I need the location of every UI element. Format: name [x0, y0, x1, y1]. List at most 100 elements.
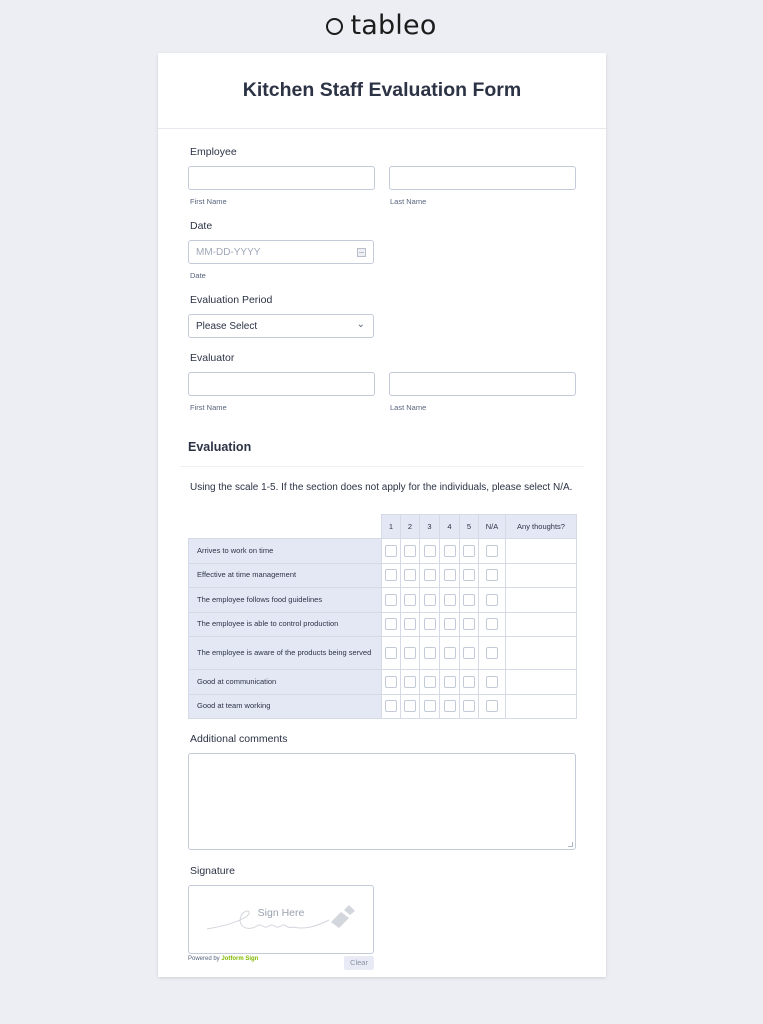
evaluation-period-select[interactable]: Please Select ⌄ [188, 314, 374, 338]
jotform-sign-link[interactable]: Jotform Sign [221, 956, 258, 962]
rating-checkbox[interactable] [404, 700, 416, 713]
evaluation-matrix: 1 2 3 4 5 N/A Any thoughts? Arrives to w… [188, 514, 577, 719]
rating-checkbox[interactable] [385, 569, 397, 582]
matrix-cell [478, 693, 506, 719]
matrix-header-row: 1 2 3 4 5 N/A Any thoughts? [188, 514, 577, 539]
evaluator-first-name-input[interactable] [188, 372, 375, 396]
evaluator-first-name-sublabel: First Name [190, 403, 227, 412]
matrix-cell [459, 538, 479, 564]
matrix-cell [419, 562, 440, 588]
thoughts-input[interactable] [505, 693, 577, 719]
thoughts-input[interactable] [505, 669, 577, 695]
rating-checkbox[interactable] [443, 646, 456, 659]
rating-checkbox[interactable] [385, 700, 397, 713]
matrix-cell [400, 562, 420, 588]
rating-checkbox[interactable] [463, 593, 475, 606]
rating-checkbox[interactable] [486, 593, 498, 606]
clear-signature-button[interactable]: Clear [344, 956, 374, 970]
rating-checkbox[interactable] [423, 675, 436, 688]
form-header: Kitchen Staff Evaluation Form [158, 53, 606, 129]
matrix-row-label: The employee is able to control producti… [188, 611, 382, 637]
matrix-cell [459, 611, 479, 637]
employee-last-name-sublabel: Last Name [390, 197, 427, 206]
calendar-icon[interactable] [357, 248, 366, 257]
employee-last-name-input[interactable] [389, 166, 576, 190]
rating-checkbox[interactable] [486, 700, 498, 713]
rating-checkbox[interactable] [443, 618, 456, 631]
resize-handle-icon[interactable] [568, 842, 573, 847]
thoughts-input[interactable] [505, 636, 577, 670]
matrix-cell [459, 636, 479, 670]
rating-checkbox[interactable] [443, 593, 456, 606]
thoughts-input[interactable] [505, 562, 577, 588]
rating-checkbox[interactable] [423, 544, 436, 557]
rating-checkbox[interactable] [486, 675, 498, 688]
rating-checkbox[interactable] [486, 544, 498, 557]
rating-checkbox[interactable] [463, 544, 475, 557]
thoughts-input[interactable] [505, 587, 577, 613]
evaluation-period-label: Evaluation Period [190, 294, 273, 306]
thoughts-input[interactable] [505, 611, 577, 637]
evaluator-last-name-input[interactable] [389, 372, 576, 396]
signature-label: Signature [190, 865, 235, 877]
additional-comments-textarea[interactable] [188, 753, 576, 850]
matrix-cell [381, 562, 401, 588]
matrix-cell [439, 693, 460, 719]
rating-checkbox[interactable] [443, 700, 456, 713]
rating-checkbox[interactable] [404, 569, 416, 582]
rating-checkbox[interactable] [423, 593, 436, 606]
sign-here-hint: Sign Here [257, 907, 305, 919]
rating-checkbox[interactable] [385, 675, 397, 688]
matrix-cell [400, 693, 420, 719]
matrix-cell [400, 538, 420, 564]
matrix-row-label: Good at communication [188, 669, 382, 695]
date-input[interactable]: MM-DD-YYYY [188, 240, 374, 264]
rating-checkbox[interactable] [423, 700, 436, 713]
rating-checkbox[interactable] [404, 646, 416, 659]
rating-checkbox[interactable] [423, 569, 436, 582]
rating-checkbox[interactable] [463, 700, 475, 713]
rating-checkbox[interactable] [385, 618, 397, 631]
rating-checkbox[interactable] [404, 544, 416, 557]
thoughts-input[interactable] [505, 538, 577, 564]
employee-first-name-input[interactable] [188, 166, 375, 190]
matrix-row: Arrives to work on time [188, 538, 577, 564]
date-placeholder: MM-DD-YYYY [196, 247, 261, 258]
rating-checkbox[interactable] [385, 544, 397, 557]
matrix-cell [459, 669, 479, 695]
rating-checkbox[interactable] [404, 618, 416, 631]
rating-checkbox[interactable] [463, 675, 475, 688]
matrix-cell [478, 538, 506, 564]
matrix-cell [400, 611, 420, 637]
matrix-corner [188, 514, 382, 539]
signature-pad[interactable]: Sign Here [188, 885, 374, 954]
rating-checkbox[interactable] [443, 569, 456, 582]
logo-text: tableo [350, 10, 437, 41]
rating-checkbox[interactable] [463, 569, 475, 582]
matrix-cell [381, 669, 401, 695]
matrix-col-header: N/A [478, 514, 506, 539]
rating-checkbox[interactable] [423, 618, 436, 631]
matrix-cell [439, 611, 460, 637]
matrix-row: Good at communication [188, 669, 577, 695]
matrix-cell [459, 693, 479, 719]
rating-checkbox[interactable] [385, 646, 397, 659]
matrix-cell [381, 587, 401, 613]
rating-checkbox[interactable] [423, 646, 436, 659]
rating-checkbox[interactable] [385, 593, 397, 606]
matrix-row-label: The employee is aware of the products be… [188, 636, 382, 670]
rating-checkbox[interactable] [463, 618, 475, 631]
rating-checkbox[interactable] [486, 646, 498, 659]
powered-by-text: Powered by [188, 956, 220, 962]
date-label: Date [190, 220, 213, 232]
rating-checkbox[interactable] [404, 593, 416, 606]
matrix-cell [381, 636, 401, 670]
rating-checkbox[interactable] [486, 569, 498, 582]
rating-checkbox[interactable] [443, 675, 456, 688]
matrix-cell [478, 587, 506, 613]
matrix-cell [439, 562, 460, 588]
rating-checkbox[interactable] [404, 675, 416, 688]
rating-checkbox[interactable] [443, 544, 456, 557]
rating-checkbox[interactable] [463, 646, 475, 659]
rating-checkbox[interactable] [486, 618, 498, 631]
